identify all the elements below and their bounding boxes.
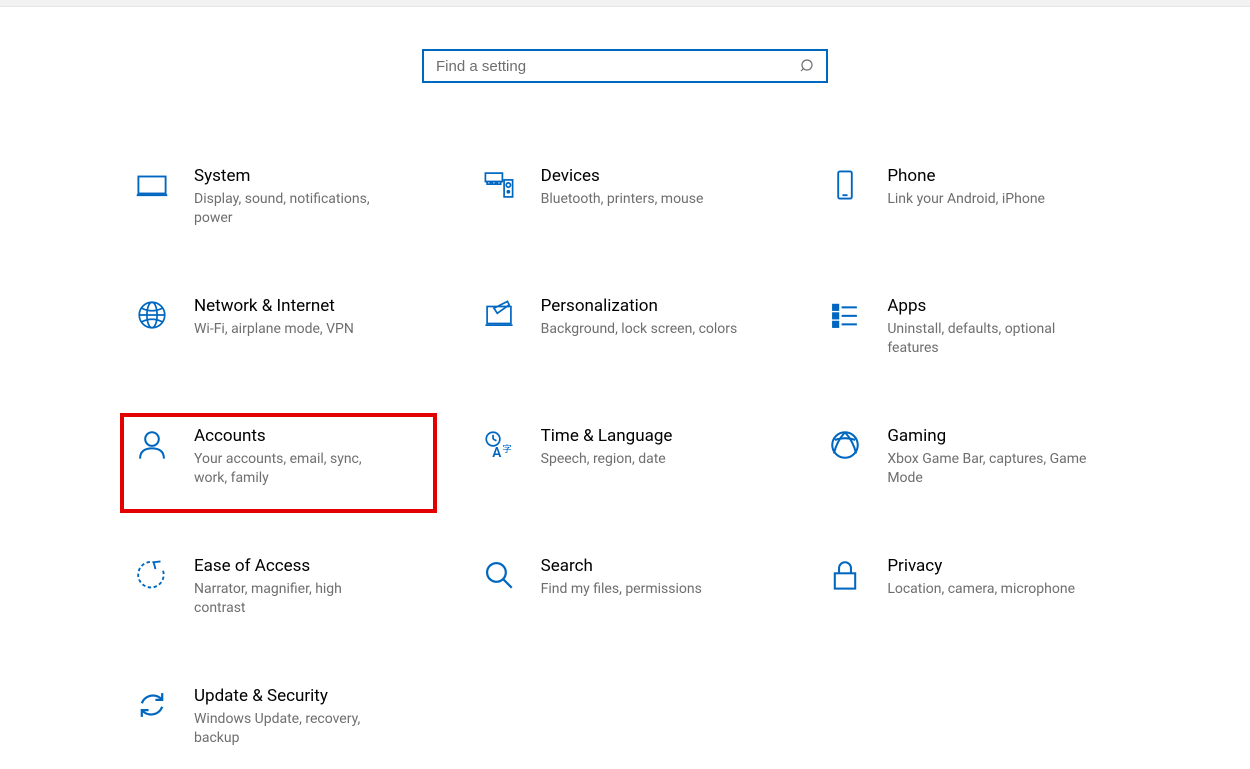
- tile-desc: Location, camera, microphone: [887, 580, 1087, 599]
- person-icon: [132, 425, 172, 465]
- tile-desc: Windows Update, recovery, backup: [194, 710, 394, 748]
- tile-desc: Find my files, permissions: [541, 580, 741, 599]
- tile-desc: Background, lock screen, colors: [541, 320, 741, 339]
- tile-accounts[interactable]: Accounts Your accounts, email, sync, wor…: [120, 413, 437, 513]
- tile-desc: Xbox Game Bar, captures, Game Mode: [887, 450, 1087, 488]
- settings-category-grid: System Display, sound, notifications, po…: [120, 153, 1130, 769]
- globe-icon: [132, 295, 172, 335]
- tile-phone[interactable]: Phone Link your Android, iPhone: [813, 153, 1130, 253]
- search-icon: [800, 58, 816, 74]
- system-icon: [132, 165, 172, 205]
- tile-privacy[interactable]: Privacy Location, camera, microphone: [813, 543, 1130, 643]
- tile-title: Apps: [887, 295, 1116, 317]
- settings-search-box[interactable]: [422, 49, 828, 83]
- svg-text:A: A: [492, 445, 501, 461]
- tile-network-internet[interactable]: Network & Internet Wi-Fi, airplane mode,…: [120, 283, 437, 383]
- tile-update-security[interactable]: Update & Security Windows Update, recove…: [120, 673, 437, 769]
- tile-search[interactable]: Search Find my files, permissions: [467, 543, 784, 643]
- ease-of-access-icon: [132, 555, 172, 595]
- tile-title: Search: [541, 555, 770, 577]
- tile-desc: Wi-Fi, airplane mode, VPN: [194, 320, 394, 339]
- svg-text:字: 字: [502, 443, 511, 455]
- personalization-icon: [479, 295, 519, 335]
- tile-title: Accounts: [194, 425, 423, 447]
- devices-icon: [479, 165, 519, 205]
- tile-title: Phone: [887, 165, 1116, 187]
- sync-icon: [132, 685, 172, 725]
- tile-desc: Display, sound, notifications, power: [194, 190, 394, 228]
- tile-system[interactable]: System Display, sound, notifications, po…: [120, 153, 437, 253]
- window-titlebar-strip: [0, 0, 1250, 7]
- tile-title: Devices: [541, 165, 770, 187]
- lock-icon: [825, 555, 865, 595]
- time-language-icon: A 字: [479, 425, 519, 465]
- tile-time-language[interactable]: A 字 Time & Language Speech, region, date: [467, 413, 784, 513]
- tile-title: Network & Internet: [194, 295, 423, 317]
- tile-desc: Your accounts, email, sync, work, family: [194, 450, 394, 488]
- tile-title: Time & Language: [541, 425, 770, 447]
- tile-desc: Uninstall, defaults, optional features: [887, 320, 1087, 358]
- tile-devices[interactable]: Devices Bluetooth, printers, mouse: [467, 153, 784, 253]
- tile-title: Personalization: [541, 295, 770, 317]
- magnifier-icon: [479, 555, 519, 595]
- phone-icon: [825, 165, 865, 205]
- gaming-icon: [825, 425, 865, 465]
- search-input[interactable]: [434, 57, 800, 76]
- tile-desc: Speech, region, date: [541, 450, 741, 469]
- tile-desc: Bluetooth, printers, mouse: [541, 190, 741, 209]
- tile-desc: Narrator, magnifier, high contrast: [194, 580, 394, 618]
- tile-gaming[interactable]: Gaming Xbox Game Bar, captures, Game Mod…: [813, 413, 1130, 513]
- apps-icon: [825, 295, 865, 335]
- tile-title: Update & Security: [194, 685, 423, 707]
- tile-personalization[interactable]: Personalization Background, lock screen,…: [467, 283, 784, 383]
- tile-apps[interactable]: Apps Uninstall, defaults, optional featu…: [813, 283, 1130, 383]
- tile-ease-of-access[interactable]: Ease of Access Narrator, magnifier, high…: [120, 543, 437, 643]
- tile-title: Privacy: [887, 555, 1116, 577]
- tile-desc: Link your Android, iPhone: [887, 190, 1087, 209]
- tile-title: System: [194, 165, 423, 187]
- tile-title: Ease of Access: [194, 555, 423, 577]
- tile-title: Gaming: [887, 425, 1116, 447]
